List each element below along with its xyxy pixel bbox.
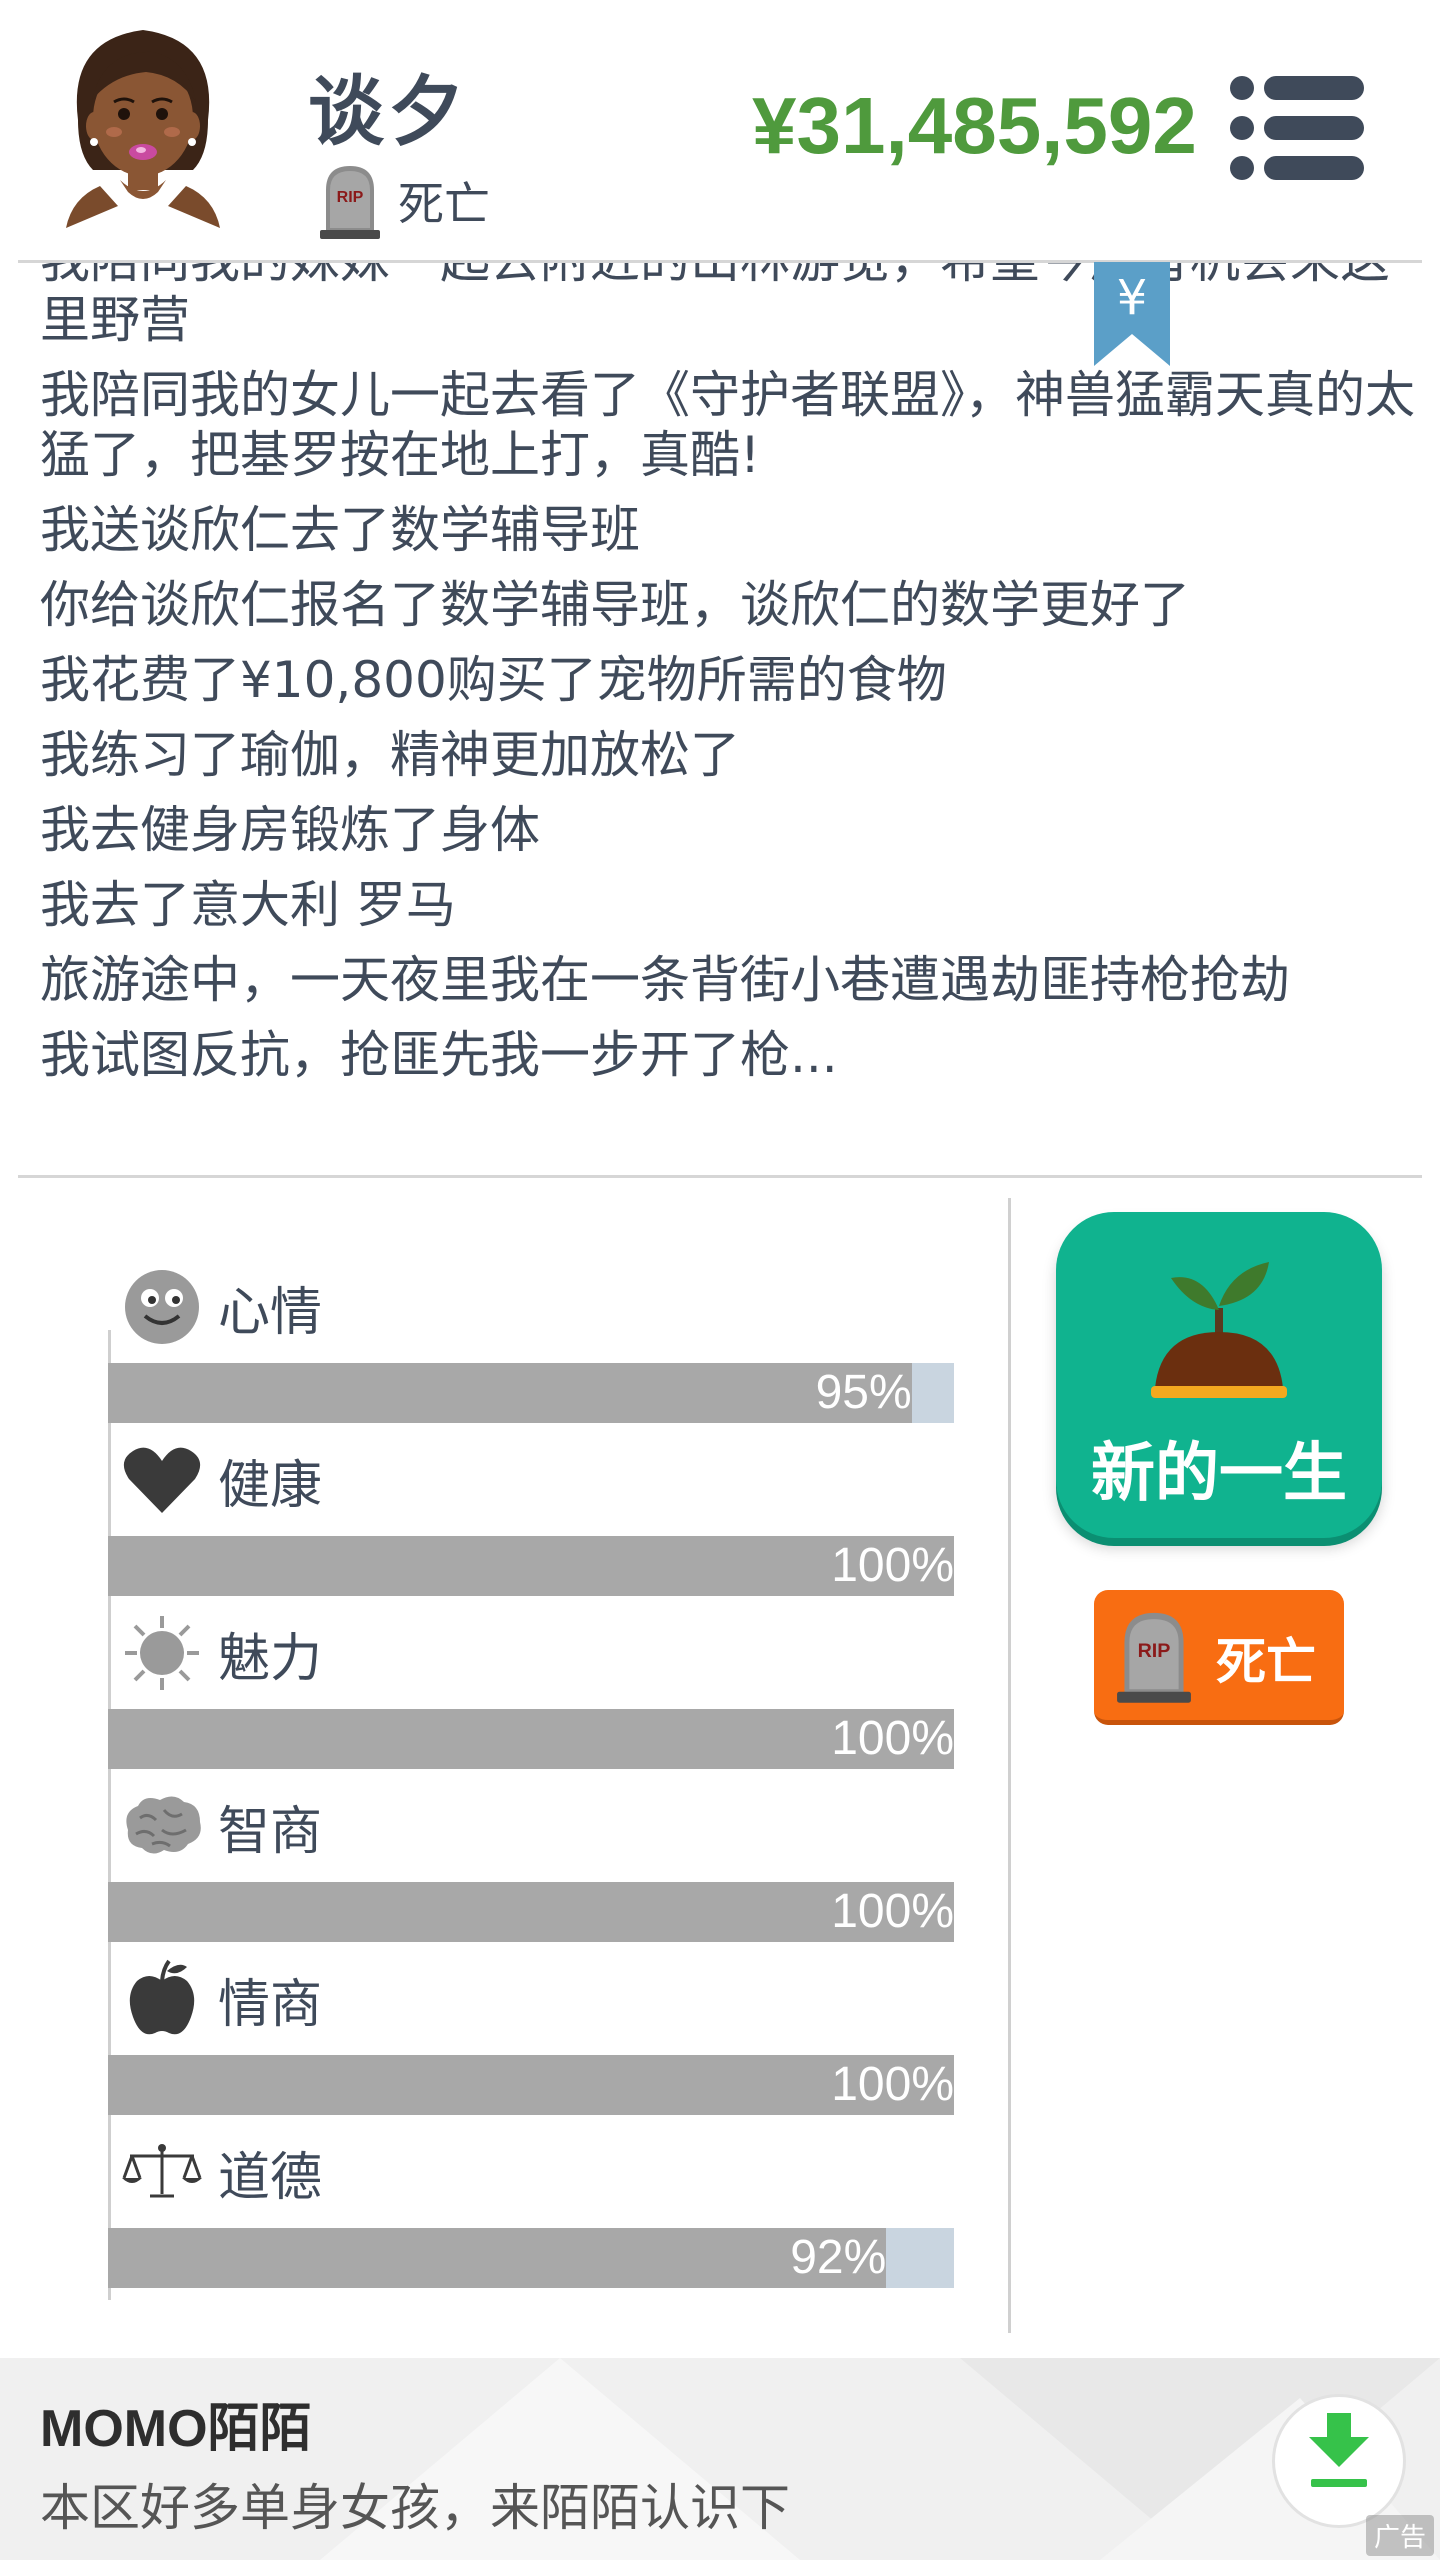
status-text: 死亡: [398, 177, 490, 231]
sun-icon: [122, 1613, 202, 1693]
status-badge: RIP 死亡: [318, 162, 490, 240]
stat-value: 100%: [831, 1712, 954, 1765]
bookmark-button[interactable]: ¥: [1094, 262, 1170, 366]
bookmark-symbol: ¥: [1117, 270, 1148, 326]
stat-bar-fill: 100%: [108, 1882, 954, 1942]
ad-download-button[interactable]: [1272, 2394, 1406, 2528]
stat-value: 95%: [815, 1366, 912, 1419]
stat-label: 心情: [218, 1282, 323, 1343]
stat-label: 智商: [218, 1801, 323, 1862]
stat-label: 道德: [218, 2147, 323, 2208]
sprout-icon: [1151, 1262, 1287, 1398]
tombstone-text: RIP: [1138, 1640, 1171, 1662]
stat-value: 92%: [790, 2231, 887, 2284]
stat-bar-fill: 100%: [108, 1536, 954, 1596]
ad-title: MOMO陌陌: [40, 2400, 312, 2458]
stat-bar: 100%: [108, 2055, 954, 2115]
log-line: 我花费了¥10,800购买了宠物所需的食物: [40, 651, 947, 709]
header: 谈夕 RIP 死亡 ¥31,485,592: [0, 0, 1440, 263]
tombstone-icon: RIP: [320, 166, 380, 239]
log-line: 旅游途中，一天夜里我在一条背街小巷遭遇劫匪持枪抢劫: [40, 951, 1290, 1009]
stat-bar-fill: 100%: [108, 1709, 954, 1769]
scales-icon: [122, 2132, 202, 2212]
log-line: 你给谈欣仁报名了数学辅导班，谈欣仁的数学更好了: [40, 576, 1190, 634]
tombstone-icon: RIP: [1117, 1612, 1191, 1703]
new-life-label: 新的一生: [1091, 1437, 1347, 1511]
money-display: ¥31,485,592: [752, 81, 1197, 170]
new-life-button[interactable]: 新的一生: [1056, 1212, 1382, 1538]
log-line: 我练习了瑜伽，精神更加放松了: [40, 726, 740, 784]
character-name: 谈夕: [308, 67, 468, 156]
ad-banner[interactable]: MOMO陌陌 本区好多单身女孩，来陌陌认识下 广告: [0, 2358, 1440, 2560]
stat-bar: 100%: [108, 1536, 954, 1596]
stat-label: 情商: [218, 1974, 323, 2035]
stat-value: 100%: [831, 1885, 954, 1938]
ad-description: 本区好多单身女孩，来陌陌认识下: [40, 2479, 790, 2537]
vertical-divider: [1008, 1198, 1011, 2333]
log-line: 我去了意大利 罗马: [40, 876, 456, 934]
download-icon: [1309, 2413, 1369, 2487]
stat-value: 100%: [831, 1539, 954, 1592]
smiley-icon: [122, 1267, 202, 1347]
bookmark-icon: ¥: [1094, 262, 1170, 366]
hamburger-menu-icon: [1230, 76, 1364, 180]
death-button[interactable]: RIP 死亡: [1094, 1590, 1344, 1725]
brain-icon: [122, 1786, 202, 1866]
header-divider: [18, 260, 1422, 263]
avatar-icon: [66, 30, 220, 230]
menu-button[interactable]: [1228, 74, 1366, 182]
stat-value: 100%: [831, 2058, 954, 2111]
stat-bar: 92%: [108, 2228, 954, 2288]
stat-bar-fill: 92%: [108, 2228, 887, 2288]
stat-bar: 95%: [108, 1363, 954, 1423]
tombstone-text: RIP: [337, 189, 364, 206]
stat-bar: 100%: [108, 1709, 954, 1769]
heart-icon: [122, 1440, 202, 1520]
event-log[interactable]: 我陪同我的妹妹一起去附近的山林游览，希望今后有机会来这里野营 我陪同我的女儿一起…: [40, 230, 1420, 1110]
stat-bar: 100%: [108, 1882, 954, 1942]
stat-label: 健康: [218, 1455, 323, 1516]
stat-label: 魅力: [218, 1628, 323, 1689]
apple-icon: [122, 1959, 202, 2039]
log-line: 我试图反抗，抢匪先我一步开了枪...: [40, 1026, 838, 1084]
stat-bar-fill: 100%: [108, 2055, 954, 2115]
log-line: 我送谈欣仁去了数学辅导班: [40, 501, 640, 559]
log-line: 我陪同我的女儿一起去看了《守护者联盟》，神兽猛霸天真的太猛了，把基罗按在地上打，…: [40, 366, 1415, 484]
avatar[interactable]: [58, 20, 228, 230]
stat-bar-fill: 95%: [108, 1363, 912, 1423]
section-divider: [18, 1175, 1422, 1178]
stats-left-border: [108, 1330, 111, 2300]
ad-tag: 广告: [1365, 2515, 1434, 2556]
death-label: 死亡: [1216, 1633, 1316, 1691]
log-line: 我去健身房锻炼了身体: [40, 801, 540, 859]
